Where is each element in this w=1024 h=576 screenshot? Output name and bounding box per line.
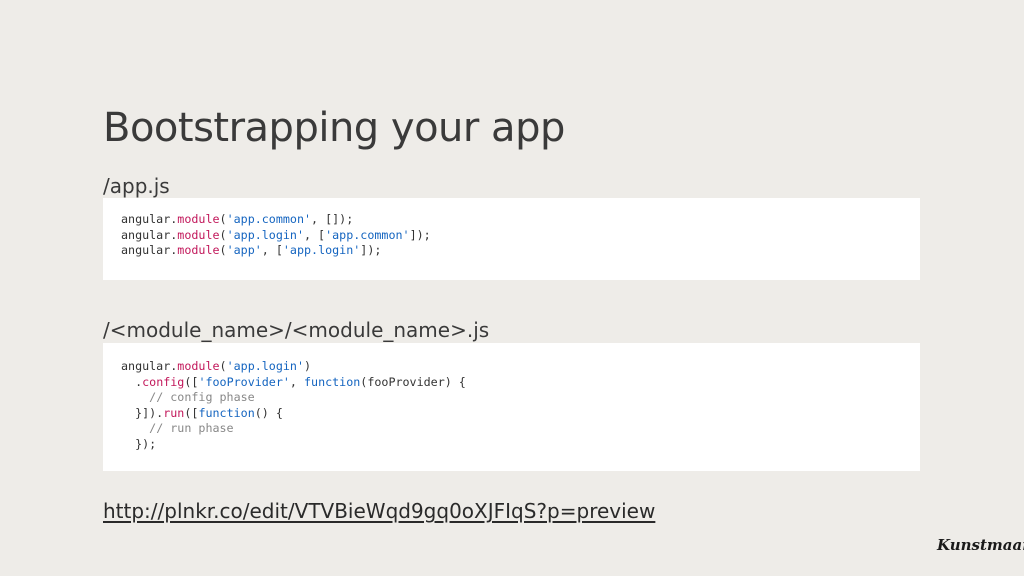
app-js-code-block: angular.module('app.common', []); angular… <box>103 198 920 280</box>
code-line: }); <box>121 436 157 451</box>
module-js-code-block: angular.module('app.login') .config(['fo… <box>103 343 920 471</box>
plunker-preview-link[interactable]: http://plnkr.co/edit/VTVBieWqd9gq0oXJFIq… <box>103 498 655 524</box>
kunstmaan-logo: Kunstmaan <box>937 536 1024 554</box>
code-line: // run phase <box>149 421 234 436</box>
code-line: }]).run([function() { <box>121 405 283 420</box>
module-js-filename: /<module_name>/<module_name>.js <box>103 318 490 342</box>
code-line: angular.module('app.login', ['app.common… <box>121 227 431 242</box>
app-js-filename: /app.js <box>103 174 170 198</box>
slide-title: Bootstrapping your app <box>103 105 565 151</box>
code-line: angular.module('app.login') <box>121 359 312 373</box>
code-line: // config phase <box>149 390 255 405</box>
code-line: .config(['fooProvider', function(fooProv… <box>121 374 466 389</box>
code-line: angular.module('app', ['app.login']); <box>121 243 382 258</box>
code-line: angular.module('app.common', []); <box>121 212 354 226</box>
